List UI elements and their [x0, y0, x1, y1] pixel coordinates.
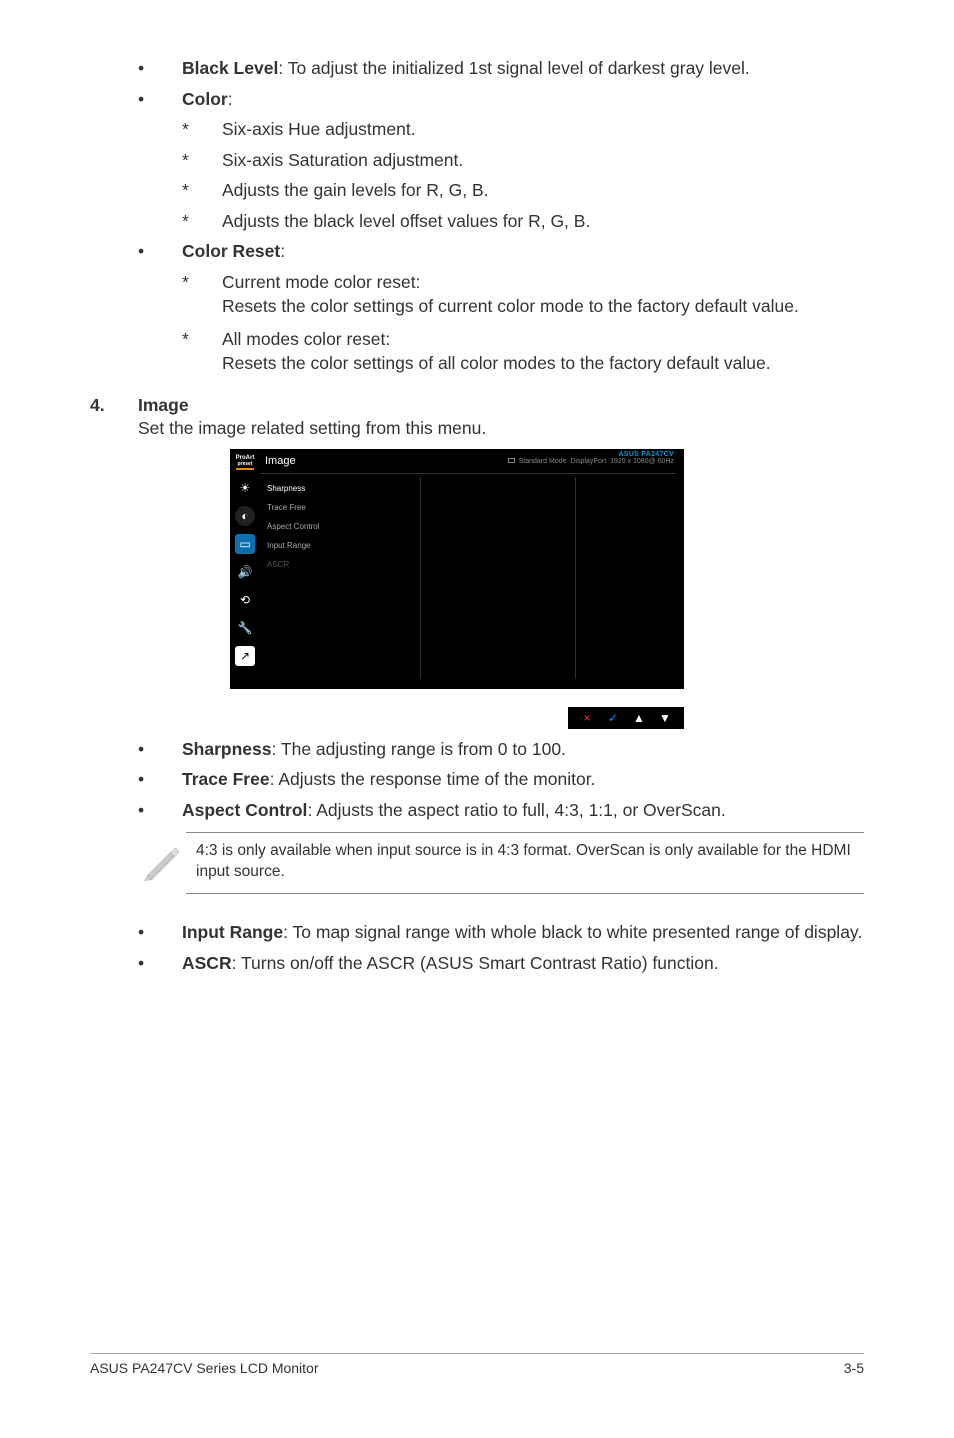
section-number: 4. [90, 394, 138, 418]
bold-label: Trace Free [182, 769, 270, 789]
text: : Adjusts the response time of the monit… [270, 769, 596, 789]
osd-item-ascr[interactable]: ASCR [265, 555, 415, 574]
text: : [228, 89, 233, 109]
text: : Adjusts the aspect ratio to full, 4:3,… [307, 800, 725, 820]
text: Adjusts the black level offset values fo… [222, 209, 864, 234]
osd-model: ASUS PA247CV [508, 451, 674, 458]
bold-label: Color Reset [182, 241, 280, 261]
star-item: *Six-axis Hue adjustment. [182, 117, 864, 142]
text: : To adjust the initialized 1st signal l… [278, 58, 749, 78]
proart-logo: ProArtpreset [236, 455, 255, 471]
note-text: 4:3 is only available when input source … [186, 832, 864, 894]
bold-label: Input Range [182, 922, 283, 942]
bold-label: Color [182, 89, 228, 109]
text: : [280, 241, 285, 261]
brightness-icon[interactable]: ☀ [235, 478, 255, 498]
page-footer: ASUS PA247CV Series LCD Monitor 3-5 [90, 1353, 864, 1376]
bold-label: ASCR [182, 953, 232, 973]
section-4-heading: 4. Image [90, 394, 864, 418]
footer-left: ASUS PA247CV Series LCD Monitor [90, 1360, 319, 1376]
note-block: 4:3 is only available when input source … [138, 832, 864, 894]
osd-item-aspect[interactable]: Aspect Control [265, 517, 415, 536]
nav-confirm-icon[interactable]: ✓ [600, 711, 626, 725]
osd-meta-mode: Standard Mode [519, 458, 567, 465]
bullet-ascr: • ASCR: Turns on/off the ASCR (ASUS Smar… [138, 951, 864, 976]
osd-nav-strip: × ✓ ▲ ▼ [568, 707, 684, 729]
text: Adjusts the gain levels for R, G, B. [222, 178, 864, 203]
osd-meta-res: 1920 x 1080@ 60Hz [610, 458, 674, 465]
star-item: * All modes color reset: Resets the colo… [182, 327, 864, 376]
bold-label: Sharpness [182, 739, 271, 759]
osd-menu-list: Sharpness Trace Free Aspect Control Inpu… [265, 479, 415, 574]
star-item: *Adjusts the black level offset values f… [182, 209, 864, 234]
bullet-color: • Color: [138, 87, 864, 112]
nav-close-icon[interactable]: × [574, 711, 600, 725]
osd-item-sharpness[interactable]: Sharpness [265, 479, 415, 498]
footer-right: 3-5 [844, 1360, 864, 1376]
sub-title: Current mode color reset: [222, 270, 864, 295]
text: : Turns on/off the ASCR (ASUS Smart Cont… [232, 953, 719, 973]
star-item: *Six-axis Saturation adjustment. [182, 148, 864, 173]
star-item: * Current mode color reset: Resets the c… [182, 270, 864, 319]
bold-label: Aspect Control [182, 800, 307, 820]
bullet-aspectcontrol: • Aspect Control: Adjusts the aspect rat… [138, 798, 864, 823]
section-title: Image [138, 394, 189, 418]
nav-down-icon[interactable]: ▼ [652, 711, 678, 725]
sound-icon[interactable]: 🔊 [235, 562, 255, 582]
sub-desc: Resets the color settings of current col… [222, 294, 864, 319]
osd-meta: ASUS PA247CV Standard Mode DisplayPort 1… [508, 451, 674, 465]
bullet-inputrange: • Input Range: To map signal range with … [138, 920, 864, 945]
osd-panel: ProArtpreset ☀ ◐ ▭ 🔊 ⟲ 🔧 ↗ Image ASUS PA… [230, 449, 684, 689]
section-subtitle: Set the image related setting from this … [138, 417, 864, 441]
input-icon[interactable]: ⟲ [235, 590, 255, 610]
text: Six-axis Hue adjustment. [222, 117, 864, 142]
bold-label: Black Level [182, 58, 278, 78]
osd-meta-input: DisplayPort [570, 458, 606, 465]
star-item: *Adjusts the gain levels for R, G, B. [182, 178, 864, 203]
color-icon[interactable]: ◐ [235, 506, 255, 526]
image-icon[interactable]: ▭ [235, 534, 255, 554]
shortcut-icon[interactable]: ↗ [235, 646, 255, 666]
nav-up-icon[interactable]: ▲ [626, 711, 652, 725]
bullet-sharpness: • Sharpness: The adjusting range is from… [138, 737, 864, 762]
bullet-tracefree: • Trace Free: Adjusts the response time … [138, 767, 864, 792]
system-icon[interactable]: 🔧 [235, 618, 255, 638]
pen-icon [138, 843, 186, 883]
sub-title: All modes color reset: [222, 327, 864, 352]
osd-item-tracefree[interactable]: Trace Free [265, 498, 415, 517]
sub-desc: Resets the color settings of all color m… [222, 351, 864, 376]
bullet-color-reset: • Color Reset: [138, 239, 864, 264]
text: : The adjusting range is from 0 to 100. [271, 739, 565, 759]
text: Six-axis Saturation adjustment. [222, 148, 864, 173]
text: : To map signal range with whole black t… [283, 922, 862, 942]
bullet-black-level: • Black Level: To adjust the initialized… [138, 56, 864, 81]
osd-sidebar: ProArtpreset ☀ ◐ ▭ 🔊 ⟲ 🔧 ↗ [230, 449, 260, 689]
osd-item-inputrange[interactable]: Input Range [265, 536, 415, 555]
